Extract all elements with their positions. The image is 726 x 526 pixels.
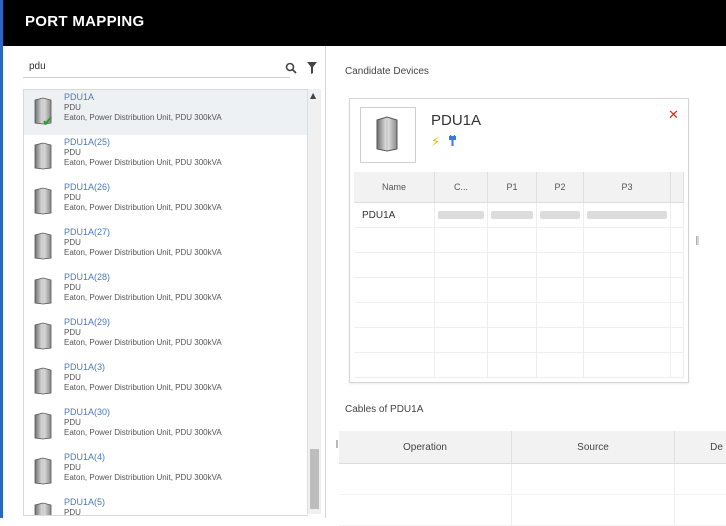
scrollbar-thumb[interactable]: [310, 449, 319, 509]
list-item[interactable]: ✔ PDU1APDUEaton, Power Distribution Unit,…: [24, 90, 308, 135]
device-description: Eaton, Power Distribution Unit, PDU 300k…: [64, 203, 222, 212]
device-list: ✔PDU1APDUEaton, Power Distribution Unit,…: [23, 89, 308, 516]
device-description: Eaton, Power Distribution Unit, PDU 300k…: [64, 338, 222, 347]
page-title: PORT MAPPING: [25, 13, 144, 30]
column-header-p1[interactable]: P1: [488, 172, 537, 203]
device-description: Eaton, Power Distribution Unit, PDU 300k…: [64, 428, 222, 437]
device-name[interactable]: PDU1A(28): [64, 272, 110, 282]
table-row[interactable]: PDU1A: [354, 203, 684, 228]
device-type: PDU: [64, 283, 81, 292]
pdu-device-icon: [34, 412, 52, 440]
column-header-p3[interactable]: P3: [584, 172, 671, 203]
device-thumbnail: [360, 107, 416, 163]
list-item[interactable]: PDU1A(5)PDU: [24, 495, 308, 516]
port-cell[interactable]: [488, 203, 537, 228]
cables-label: Cables of PDU1A: [345, 404, 423, 415]
column-header-p2[interactable]: P2: [537, 172, 584, 203]
list-item[interactable]: PDU1A(29)PDUEaton, Power Distribution Un…: [24, 315, 308, 360]
candidate-device-name: PDU1A: [431, 112, 481, 129]
column-header-source[interactable]: Source: [512, 431, 675, 464]
device-type: PDU: [64, 193, 81, 202]
table-row: [354, 328, 684, 353]
list-item[interactable]: PDU1A(27)PDUEaton, Power Distribution Un…: [24, 225, 308, 270]
device-description: Eaton, Power Distribution Unit, PDU 300k…: [64, 158, 222, 167]
device-type: PDU: [64, 463, 81, 472]
device-type: PDU: [64, 103, 81, 112]
filter-icon[interactable]: [307, 59, 321, 73]
check-icon: ✔: [42, 114, 54, 130]
port-cell[interactable]: [435, 203, 488, 228]
cables-table-container: ‖ Operation Source De: [339, 431, 726, 518]
device-name[interactable]: PDU1A(3): [64, 362, 105, 372]
device-description: Eaton, Power Distribution Unit, PDU 300k…: [64, 293, 222, 302]
candidate-devices-label: Candidate Devices: [345, 66, 429, 77]
device-type: PDU: [64, 328, 81, 337]
splitter-handle[interactable]: ‖: [695, 236, 700, 246]
table-row: [354, 253, 684, 278]
device-type: PDU: [64, 418, 81, 427]
list-item[interactable]: PDU1A(26)PDUEaton, Power Distribution Un…: [24, 180, 308, 225]
list-item[interactable]: PDU1A(30)PDUEaton, Power Distribution Un…: [24, 405, 308, 450]
table-row: [354, 228, 684, 253]
list-item[interactable]: PDU1A(3)PDUEaton, Power Distribution Uni…: [24, 360, 308, 405]
device-name[interactable]: PDU1A(29): [64, 317, 110, 327]
port-cell[interactable]: [537, 203, 584, 228]
device-name[interactable]: PDU1A(4): [64, 452, 105, 462]
column-header-operation[interactable]: Operation: [339, 431, 512, 464]
list-item[interactable]: PDU1A(25)PDUEaton, Power Distribution Un…: [24, 135, 308, 180]
table-row: [354, 303, 684, 328]
pdu-device-icon: [34, 142, 52, 170]
pdu-device-icon: [34, 187, 52, 215]
candidate-device-card: PDU1A ⚡ ✕ Name C... P1 P2 P3 PDU1A: [349, 98, 689, 383]
ports-table: Name C... P1 P2 P3 PDU1A: [354, 172, 684, 378]
list-item[interactable]: PDU1A(28)PDUEaton, Power Distribution Un…: [24, 270, 308, 315]
device-type: PDU: [64, 373, 81, 382]
device-description: Eaton, Power Distribution Unit, PDU 300k…: [64, 383, 222, 392]
device-name[interactable]: PDU1A(30): [64, 407, 110, 417]
cables-table: Operation Source De: [339, 431, 726, 526]
device-name[interactable]: PDU1A(5): [64, 497, 105, 507]
device-type: PDU: [64, 508, 81, 516]
list-item[interactable]: PDU1A(4)PDUEaton, Power Distribution Uni…: [24, 450, 308, 495]
pdu-device-icon: [34, 277, 52, 305]
device-type: PDU: [64, 238, 81, 247]
port-cell[interactable]: [584, 203, 671, 228]
pdu-device-icon: [34, 367, 52, 395]
device-description: Eaton, Power Distribution Unit, PDU 300k…: [64, 473, 222, 482]
column-header-name[interactable]: Name: [354, 172, 435, 203]
list-scrollbar[interactable]: ▲: [307, 89, 321, 514]
device-description: Eaton, Power Distribution Unit, PDU 300k…: [64, 248, 222, 257]
close-icon[interactable]: ✕: [668, 108, 679, 123]
device-type: PDU: [64, 148, 81, 157]
pdu-device-icon: [34, 457, 52, 485]
power-bolt-icon: ⚡: [431, 135, 440, 150]
table-row: [339, 495, 726, 526]
pdu-device-icon: [34, 232, 52, 260]
device-description: Eaton, Power Distribution Unit, PDU 300k…: [64, 113, 222, 122]
column-header-c[interactable]: C...: [435, 172, 488, 203]
device-name[interactable]: PDU1A(25): [64, 137, 110, 147]
pdu-device-icon: [34, 502, 52, 516]
pdu-device-icon: [34, 322, 52, 350]
row-name: PDU1A: [354, 203, 435, 228]
mapping-panel: Candidate Devices PDU1A ⚡ ✕ Name C... P1: [327, 46, 726, 518]
table-row: [339, 464, 726, 495]
column-header-destination[interactable]: De: [675, 431, 726, 464]
title-bar: PORT MAPPING: [0, 0, 726, 46]
port-cell: [671, 203, 684, 228]
search-bar: [23, 55, 323, 79]
scroll-up-icon[interactable]: ▲: [310, 91, 316, 100]
table-row: [354, 353, 684, 378]
device-name[interactable]: PDU1A: [64, 92, 94, 102]
device-name[interactable]: PDU1A(27): [64, 227, 110, 237]
column-header-empty: [671, 172, 684, 203]
device-name[interactable]: PDU1A(26): [64, 182, 110, 192]
search-icon[interactable]: [285, 59, 299, 73]
device-list-panel: ✔PDU1APDUEaton, Power Distribution Unit,…: [0, 46, 326, 518]
plug-icon: [448, 135, 457, 150]
table-row: [354, 278, 684, 303]
search-input[interactable]: [23, 55, 290, 78]
